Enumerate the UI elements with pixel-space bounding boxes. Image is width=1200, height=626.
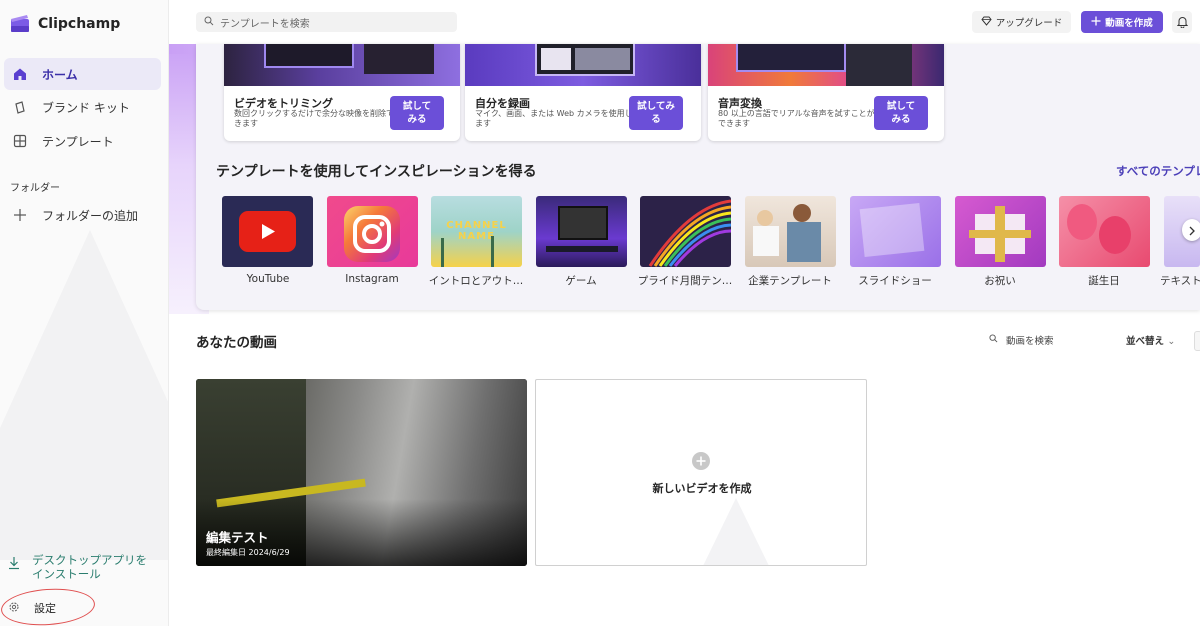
promo-card-record[interactable]: 自分を録画 マイク、画面、または Web カメラを使用します 試してみる (465, 44, 701, 141)
install-label-line1: デスクトップアプリを (32, 553, 147, 567)
promo-record-image (465, 44, 701, 86)
template-label: テキスト (1160, 275, 1200, 287)
clipchamp-logo-icon (10, 14, 30, 34)
plus-icon (1091, 16, 1101, 29)
try-label-2: みる (407, 114, 427, 125)
search-placeholder: テンプレートを検索 (220, 18, 310, 30)
try-label-1: 試して (402, 101, 432, 112)
sidebar-item-label: ホーム (42, 67, 78, 82)
plus-icon (12, 207, 28, 223)
template-intro-outro[interactable]: CHANNEL NAME (431, 196, 522, 267)
add-folder-button[interactable]: フォルダーの追加 (4, 199, 161, 231)
diamond-icon (981, 16, 992, 29)
try-button[interactable]: 試してみる (390, 96, 444, 130)
sort-label: 並べ替え (1126, 336, 1165, 347)
promo-card-trim[interactable]: ビデオをトリミング 数回クリックするだけで余分な映像を削除できます 試して みる (224, 44, 460, 141)
video-card[interactable]: 編集テスト 最終編集日 2024/6/29 (196, 379, 527, 566)
sidebar: Clipchamp ホーム ブランド キット テンプレート フォルダー フォルダ… (0, 0, 169, 626)
view-toggle-button[interactable] (1194, 331, 1200, 351)
instagram-icon (344, 206, 400, 262)
install-label-line2: インストール (32, 567, 101, 581)
templates-section-title: テンプレートを使用してインスピレーションを得る (216, 164, 537, 180)
try-label-2: みる (891, 114, 911, 125)
sidebar-item-label: ブランド キット (42, 100, 130, 115)
template-youtube[interactable] (222, 196, 313, 267)
upgrade-button[interactable]: アップグレード (972, 11, 1071, 33)
try-label-2: る (651, 114, 661, 125)
search-icon (204, 16, 214, 29)
template-gaming[interactable] (536, 196, 627, 267)
brand-kit-icon (12, 99, 28, 115)
template-label: YouTube (246, 273, 290, 285)
upgrade-label: アップグレード (995, 18, 1063, 29)
video-search-input[interactable]: 動画を検索 (989, 333, 1054, 347)
sidebar-item-templates[interactable]: テンプレート (4, 125, 161, 157)
template-slideshow[interactable] (850, 196, 941, 267)
card-background-shape (702, 498, 770, 565)
promo-description: 80 以上の言語でリアルな音声を試すことができます (718, 109, 875, 128)
template-business[interactable] (745, 196, 836, 267)
promo-card-voice[interactable]: 音声変換 80 以上の言語でリアルな音声を試すことができます 試して みる (708, 44, 944, 141)
promo-description: マイク、画面、または Web カメラを使用します (475, 109, 633, 128)
promo-voice-image (708, 44, 944, 86)
promo-description: 数回クリックするだけで余分な映像を削除できます (234, 109, 394, 128)
try-button[interactable]: 試してみる (629, 96, 683, 130)
video-search-placeholder: 動画を検索 (1006, 336, 1054, 347)
try-label-1: 試して (886, 101, 916, 112)
search-icon (989, 334, 998, 346)
sort-dropdown[interactable]: 並べ替え ⌄ (1126, 333, 1175, 347)
notifications-button[interactable] (1172, 11, 1192, 33)
home-icon (12, 66, 28, 82)
try-label-1: 試してみ (637, 101, 675, 112)
youtube-icon (239, 211, 296, 252)
template-label: プライド月間テン… (637, 275, 733, 287)
download-icon (8, 556, 20, 581)
sidebar-item-brand-kit[interactable]: ブランド キット (4, 91, 161, 123)
template-label: イントロとアウト… (428, 275, 524, 287)
template-label: Instagram (345, 273, 399, 285)
add-circle-icon (692, 452, 710, 470)
template-label: お祝い (984, 275, 1016, 287)
video-title: 編集テスト (206, 530, 269, 545)
your-videos-title: あなたの動画 (196, 335, 277, 351)
video-meta: 最終編集日 2024/6/29 (206, 548, 290, 557)
template-pride[interactable] (640, 196, 731, 267)
template-label: スライドショー (858, 275, 932, 287)
chevron-down-icon: ⌄ (1167, 336, 1176, 347)
chevron-right-icon (1188, 221, 1196, 240)
app-name: Clipchamp (38, 16, 121, 32)
promo-trim-image (224, 44, 460, 86)
bell-icon (1176, 13, 1188, 32)
sidebar-background-shape (0, 230, 168, 560)
template-celebration[interactable] (955, 196, 1046, 267)
template-label: 企業テンプレート (748, 275, 832, 287)
template-label: ゲーム (565, 275, 597, 287)
create-label: 動画を作成 (1105, 18, 1153, 29)
sidebar-item-label: テンプレート (42, 134, 114, 149)
add-folder-label: フォルダーの追加 (42, 208, 139, 223)
new-video-card[interactable]: 新しいビデオを作成 (535, 379, 867, 566)
annotation-circle (0, 585, 97, 626)
channel-name-text: CHANNEL NAME (446, 220, 507, 242)
template-birthday[interactable] (1059, 196, 1150, 267)
scroll-right-button[interactable] (1182, 219, 1200, 241)
sidebar-item-home[interactable]: ホーム (4, 58, 161, 90)
template-label: 誕生日 (1088, 275, 1120, 287)
app-logo[interactable]: Clipchamp (10, 14, 120, 34)
see-all-templates-link[interactable]: すべてのテンプレ (1116, 163, 1200, 179)
install-desktop-app-link[interactable]: デスクトップアプリを インストール (8, 553, 147, 581)
template-instagram[interactable] (327, 196, 418, 267)
templates-icon (12, 133, 28, 149)
new-video-label: 新しいビデオを作成 (652, 482, 752, 495)
try-button[interactable]: 試してみる (874, 96, 928, 130)
folder-heading: フォルダー (10, 183, 60, 194)
template-search-input[interactable]: テンプレートを検索 (196, 12, 457, 32)
create-video-button[interactable]: 動画を作成 (1081, 11, 1163, 33)
